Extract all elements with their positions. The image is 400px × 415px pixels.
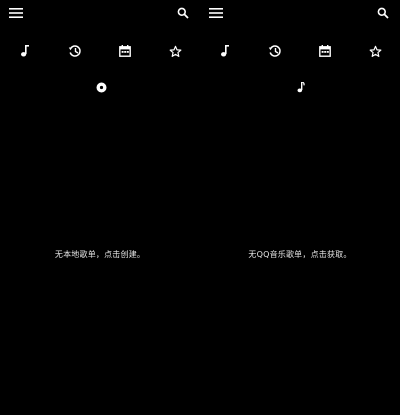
tab-calendar-icon[interactable] [313,40,337,62]
empty-playlist-message[interactable]: 无QQ音乐歌单，点击获取。 [200,249,400,260]
search-icon[interactable] [372,3,394,23]
disc-icon [93,79,109,95]
tab-music-note-icon[interactable] [213,40,237,62]
left-panel: 无本地歌单，点击创建。 [0,0,200,415]
tab-bar [0,40,200,62]
right-panel: 无QQ音乐歌单，点击获取。 [200,0,400,415]
tab-star-icon[interactable] [363,40,387,62]
tab-bar [200,40,400,62]
menu-icon[interactable] [204,3,228,23]
music-note-icon [293,79,309,95]
search-icon[interactable] [172,3,194,23]
tab-history-icon[interactable] [63,40,87,62]
tab-star-icon[interactable] [163,40,187,62]
menu-icon[interactable] [4,3,28,23]
top-bar [0,0,200,26]
tab-history-icon[interactable] [263,40,287,62]
empty-playlist-message[interactable]: 无本地歌单，点击创建。 [0,249,200,260]
top-bar [200,0,400,26]
tab-music-note-icon[interactable] [13,40,37,62]
tab-calendar-icon[interactable] [113,40,137,62]
